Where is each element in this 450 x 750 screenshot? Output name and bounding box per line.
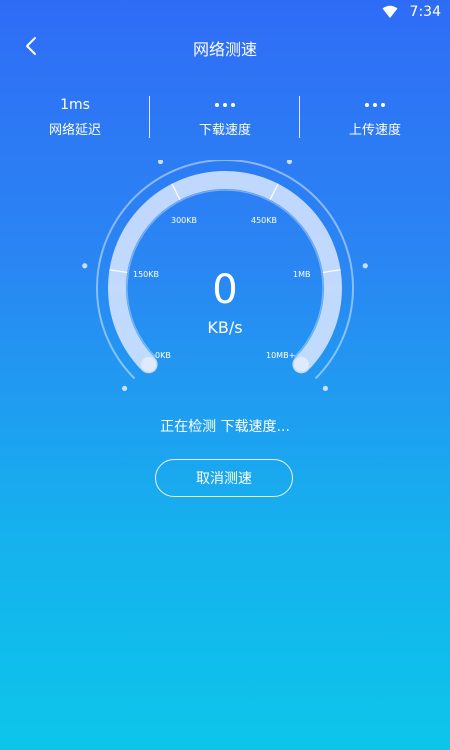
speed-unit: KB/s xyxy=(207,318,243,337)
stats-row: 1ms 网络延迟 下载速度 上传速度 xyxy=(0,95,450,139)
wifi-icon xyxy=(382,5,398,18)
test-status-text: 正在检测 下载速度... xyxy=(160,419,290,435)
download-label: 下载速度 xyxy=(198,123,251,138)
speed-value: 0 xyxy=(212,267,238,313)
gauge-label-450kb: 450KB xyxy=(251,216,278,225)
speed-gauge: 0KB 150KB 300KB 450KB 1MB 10MB+ 0 KB/s xyxy=(75,160,375,400)
latency-value: 1ms xyxy=(60,97,90,113)
page-title: 网络测速 xyxy=(192,40,257,59)
gauge-label-10mb: 10MB+ xyxy=(266,351,296,360)
gauge-outer-dot xyxy=(286,160,293,165)
cancel-test-button[interactable]: 取消测速 xyxy=(155,459,293,497)
stat-download: 下载速度 xyxy=(150,95,300,138)
gauge-start-knob xyxy=(141,356,157,372)
status-time: 7:34 xyxy=(409,4,441,20)
gauge-outer-dot xyxy=(121,385,128,392)
gauge-label-0: 0KB xyxy=(155,351,171,360)
gauge-outer-dot xyxy=(157,160,164,165)
download-loading-dots xyxy=(150,95,300,115)
gauge-outer-dot xyxy=(322,385,329,392)
app-bar: 网络测速 xyxy=(0,24,450,68)
upload-loading-dots xyxy=(300,95,450,115)
upload-label: 上传速度 xyxy=(348,123,401,138)
status-bar: 7:34 xyxy=(0,0,450,24)
gauge-end-knob xyxy=(293,356,309,372)
stat-latency: 1ms 网络延迟 xyxy=(0,95,150,138)
gauge-label-300kb: 300KB xyxy=(171,216,198,225)
latency-label: 网络延迟 xyxy=(48,123,101,138)
stat-upload: 上传速度 xyxy=(300,95,450,138)
